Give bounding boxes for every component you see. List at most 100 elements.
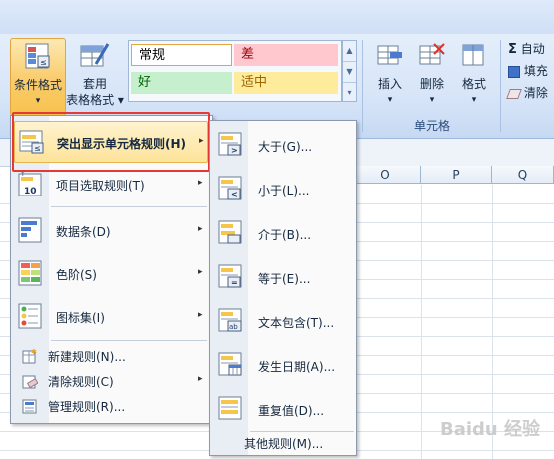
menu-item-label: 小于(L)...	[258, 184, 310, 198]
format-label: 格式	[461, 77, 486, 91]
insert-cells-icon	[377, 45, 402, 65]
svg-text:10: 10	[24, 187, 37, 196]
equal-to-icon: =	[218, 264, 242, 288]
menu-item-label: 数据条(D)	[56, 225, 111, 239]
chevron-down-icon: ▾	[471, 95, 477, 105]
highlight-rules-submenu: > 大于(G)... < 小于(L)... 介于(B)... = 等于(E)..…	[209, 120, 357, 456]
column-header-o[interactable]: O	[350, 166, 421, 184]
insert-label: 插入	[377, 77, 402, 91]
submenu-arrow-icon: ▸	[198, 178, 203, 188]
format-cells-icon	[462, 44, 484, 66]
delete-label: 删除	[419, 77, 444, 91]
fill-down-icon	[508, 65, 520, 78]
menu-item-icon-sets[interactable]: 图标集(I) ▸	[14, 297, 208, 337]
table-format-label-1: 套用	[82, 77, 107, 91]
menu-item-label: 文本包含(T)...	[258, 316, 335, 330]
data-bars-icon	[18, 217, 42, 243]
scroll-up-icon[interactable]: ▲	[343, 41, 356, 62]
cells-group-label: 单元格	[413, 119, 450, 133]
conditional-format-icon: ≤	[25, 43, 50, 69]
menu-item-clear-rules[interactable]: 清除规则(C) ▸	[14, 369, 208, 393]
menu-item-label: 大于(G)...	[258, 140, 313, 154]
menu-item-label: 发生日期(A)...	[258, 360, 336, 374]
clear-rules-icon	[22, 375, 38, 389]
fill-button[interactable]: 填充	[508, 62, 554, 80]
menu-item-color-scales[interactable]: 色阶(S) ▸	[14, 254, 208, 294]
top-bottom-icon: 10 ↑	[18, 170, 42, 196]
menu-separator	[51, 206, 207, 207]
watermark: Baidu 经验	[439, 419, 540, 440]
between-icon	[218, 220, 242, 244]
menu-separator	[250, 431, 354, 432]
gallery-more-icon[interactable]: ▾	[343, 83, 356, 103]
menu-item-manage-rules[interactable]: 管理规则(R)...	[14, 394, 208, 418]
menu-item-label: 图标集(I)	[56, 311, 105, 325]
delete-button[interactable]: 删除 ▾	[412, 40, 452, 110]
menu-item-label: 重复值(D)...	[258, 404, 325, 418]
submenu-item-less-than[interactable]: < 小于(L)...	[212, 168, 354, 210]
svg-text:=: =	[231, 278, 238, 287]
submenu-arrow-icon: ▸	[198, 374, 203, 384]
format-button[interactable]: 格式 ▾	[454, 40, 494, 110]
svg-text:>: >	[231, 146, 238, 155]
chevron-down-icon: ▾	[387, 95, 393, 105]
insert-button[interactable]: 插入 ▾	[370, 40, 410, 110]
ribbon-tab-strip	[0, 0, 554, 34]
chevron-down-icon: ▾	[35, 96, 41, 106]
sigma-icon: Σ	[508, 42, 517, 57]
duplicate-values-icon	[218, 396, 242, 420]
style-bad[interactable]: 差	[234, 44, 338, 66]
submenu-item-text-contains[interactable]: ab 文本包含(T)...	[212, 300, 354, 342]
svg-text:ab: ab	[229, 323, 238, 331]
chevron-down-icon: ▾	[429, 95, 435, 105]
less-than-icon: <	[218, 176, 242, 200]
gallery-scrollbar[interactable]: ▲ ▼ ▾	[342, 40, 357, 102]
menu-item-label: 色阶(S)	[56, 268, 97, 282]
menu-item-new-rule[interactable]: ✱ 新建规则(N)...	[14, 344, 208, 368]
style-good[interactable]: 好	[131, 72, 232, 94]
svg-text:✱: ✱	[31, 348, 37, 356]
submenu-item-greater-than[interactable]: > 大于(G)...	[212, 124, 354, 166]
style-normal[interactable]: 常规	[131, 44, 232, 66]
clear-label: 清除	[523, 86, 548, 100]
submenu-arrow-icon: ▸	[198, 267, 203, 277]
greater-than-icon: >	[218, 132, 242, 156]
submenu-item-more-rules[interactable]: 其他规则(M)...	[212, 433, 354, 453]
manage-rules-icon	[22, 399, 37, 414]
annotation-highlight-box	[12, 112, 210, 172]
table-format-label-2: 表格格式 ▾	[66, 93, 124, 107]
icon-sets-icon	[18, 303, 42, 329]
fill-label: 填充	[523, 64, 548, 78]
svg-text:≤: ≤	[40, 58, 47, 67]
submenu-arrow-icon: ▸	[198, 224, 203, 234]
column-header-q[interactable]: Q	[492, 166, 554, 184]
submenu-item-equal-to[interactable]: = 等于(E)...	[212, 256, 354, 298]
autosum-button[interactable]: Σ 自动	[508, 40, 554, 58]
grid-line	[421, 185, 422, 459]
conditional-format-label: 条件格式	[13, 78, 62, 92]
ribbon-divider	[362, 40, 363, 132]
eraser-icon	[506, 88, 522, 99]
menu-item-top-bottom-rules[interactable]: 10 ↑ 项目选取规则(T) ▸	[14, 167, 208, 203]
autosum-label: 自动	[520, 42, 545, 56]
menu-item-label: 新建规则(N)...	[48, 350, 126, 364]
new-rule-icon: ✱	[22, 348, 37, 364]
column-header-p[interactable]: P	[421, 166, 492, 184]
menu-item-label: 项目选取规则(T)	[56, 179, 145, 193]
submenu-arrow-icon: ▸	[198, 310, 203, 320]
menu-item-label: 其他规则(M)...	[244, 437, 324, 451]
submenu-item-between[interactable]: 介于(B)...	[212, 212, 354, 254]
style-neutral[interactable]: 适中	[234, 72, 338, 94]
svg-text:<: <	[231, 190, 238, 199]
submenu-item-date-occurring[interactable]: 发生日期(A)...	[212, 344, 354, 386]
table-format-button[interactable]: 套用 表格格式 ▾	[64, 38, 126, 114]
menu-item-data-bars[interactable]: 数据条(D) ▸	[14, 211, 208, 251]
clear-button[interactable]: 清除	[506, 84, 554, 102]
menu-item-label: 等于(E)...	[258, 272, 311, 286]
scroll-down-icon[interactable]: ▼	[343, 62, 356, 83]
text-contains-icon: ab	[218, 308, 242, 332]
submenu-item-duplicate-values[interactable]: 重复值(D)...	[212, 388, 354, 430]
date-occurring-icon	[218, 352, 242, 376]
ribbon-divider	[500, 40, 501, 132]
conditional-format-button[interactable]: ≤ 条件格式 ▾	[10, 38, 66, 116]
